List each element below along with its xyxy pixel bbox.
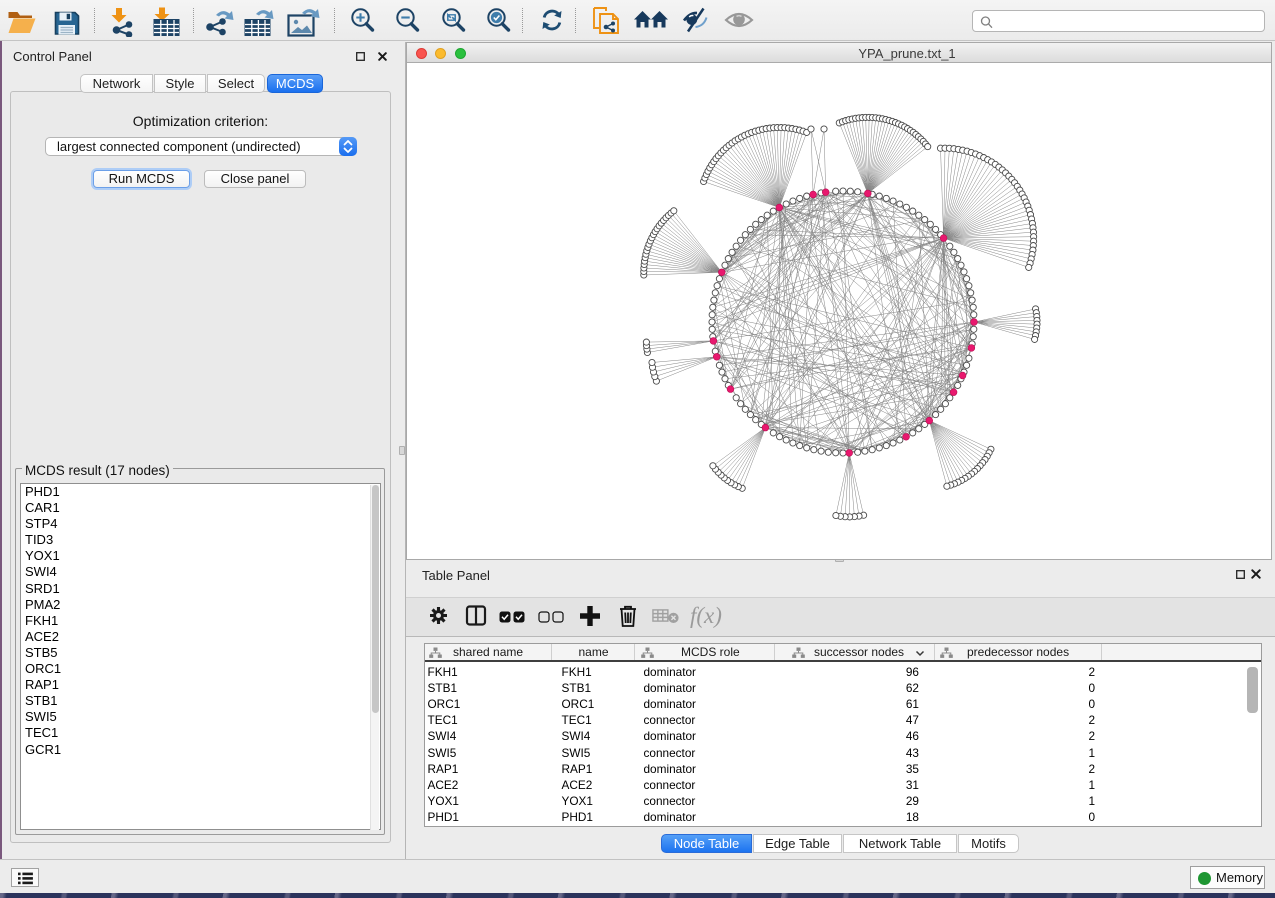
svg-text:f(x): f(x) xyxy=(690,603,722,628)
